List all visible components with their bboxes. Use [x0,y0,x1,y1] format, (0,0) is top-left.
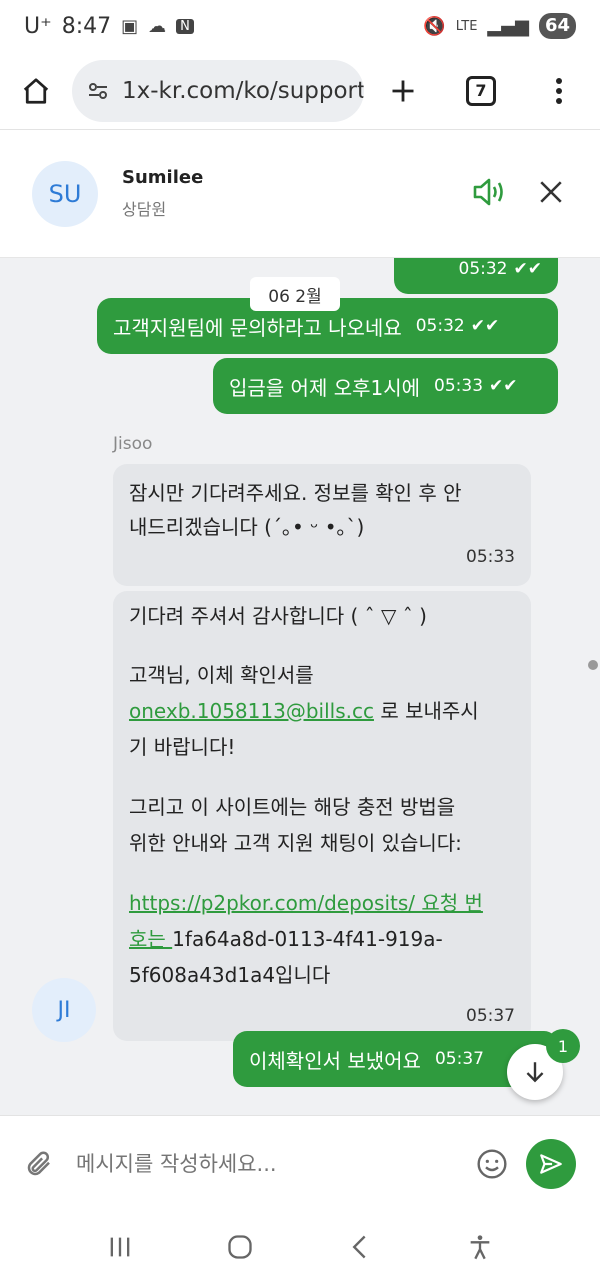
agent-message-avatar: JI [32,978,96,1042]
message-input[interactable] [76,1151,470,1176]
system-nav-bar [0,1211,600,1287]
send-button[interactable] [526,1138,576,1189]
message-paragraph: 기다려 주셔서 감사합니다 ( ˆ ▽ ˆ ) [129,604,427,628]
incoming-message: 잠시만 기다려주세요. 정보를 확인 후 안 내드리겠습니다 (´｡• ᵕ •｡… [113,464,531,586]
recent-apps-button[interactable] [106,1233,134,1265]
send-icon [540,1153,562,1174]
message-time: 05:37 [466,1006,515,1026]
unread-count-badge: 1 [546,1029,580,1063]
accessibility-button[interactable] [466,1233,494,1265]
message-text: 로 보내주시 [373,699,479,723]
address-bar[interactable]: 1x-kr.com/ko/support [72,59,364,122]
close-icon [540,180,562,203]
message-list[interactable]: 05:32 ✔✔ 고객지원팀에 문의하라고 나오네요 05:32 ✔✔ 06 2월 … [0,258,600,1115]
read-checkmarks-icon: ✔✔ [489,376,518,396]
arrow-down-icon [526,1062,544,1083]
tab-count: 7 [466,75,496,106]
carrier-label: U⁺ [24,13,52,39]
message-text-line: onexb.1058113@bills.cc 로 보내주시 [129,693,515,729]
chat-header: SU Sumilee 상담원 [0,130,600,258]
close-chat-button[interactable] [538,179,564,209]
browser-menu-button[interactable] [520,77,598,105]
message-text-line: 잠시만 기다려주세요. 정보를 확인 후 안 [129,481,462,505]
back-button[interactable] [346,1233,374,1265]
message-text: 고객지원팀에 문의하라고 나오네요 [113,315,402,340]
paperclip-icon [27,1150,50,1175]
outgoing-message: 입금을 어제 오후1시에 05:33 ✔✔ [213,358,558,414]
deposit-link-continued[interactable]: 호는 [129,927,172,951]
message-text-line: 5f608a43d1a4입니다 [129,963,331,987]
message-text-line: 기 바랍니다! [129,735,236,759]
message-time: 05:32 [415,316,465,336]
emoji-button[interactable] [470,1148,514,1180]
smiley-icon [477,1148,507,1179]
tab-switcher-button[interactable]: 7 [442,75,520,106]
new-tab-button[interactable] [364,77,442,105]
more-vert-icon [556,77,562,104]
message-text: 입금을 어제 오후1시에 [229,375,421,400]
url-text: 1x-kr.com/ko/support [122,77,364,104]
sender-name: Jisoo [113,434,153,454]
agent-avatar: SU [32,160,98,227]
message-paragraph: 고객님, 이체 확인서를 onexb.1058113@bills.cc 로 보내… [129,657,515,765]
clock: 8:47 [61,13,112,39]
message-time: 05:33 [466,547,515,567]
message-paragraph: 그리고 이 사이트에는 해당 충전 방법을 위한 안내와 고객 지원 채팅이 있… [129,789,515,861]
agent-name: Sumilee [122,167,204,188]
message-text-line: https://p2pkor.com/deposits/ 요청 번 [129,885,515,921]
message-time: 05:32 [458,259,508,279]
message-text-line: 호는 1fa64a8d-0113-4f41-919a- [129,921,515,957]
mute-icon: 🔇 [423,15,446,37]
scrollbar-thumb[interactable] [588,660,598,670]
message-text-line: 그리고 이 사이트에는 해당 충전 방법을 [129,795,456,819]
message-text-line: 내드리겠습니다 (´｡• ᵕ •｡`) [129,515,365,539]
outgoing-message: 05:32 ✔✔ [394,258,558,294]
accessibility-icon [470,1235,490,1260]
home-nav-button[interactable] [226,1233,254,1265]
read-checkmarks-icon: ✔✔ [513,259,543,279]
site-settings-icon[interactable] [86,79,110,103]
deposit-link[interactable]: https://p2pkor.com/deposits/ 요청 번 [129,891,483,915]
message-time: 05:33 [434,376,484,396]
back-icon [352,1235,366,1259]
read-checkmarks-icon: ✔✔ [470,316,500,336]
browser-toolbar: 1x-kr.com/ko/support 7 [0,52,600,130]
cloud-icon: ☁ [148,15,167,37]
home-button[interactable] [0,76,72,106]
signal-icon: ▂▄▆ [487,15,529,37]
message-text: 이체확인서 보냈어요 [249,1048,421,1073]
message-composer [0,1115,600,1211]
battery-level: 64 [538,13,576,39]
home-icon [23,77,49,104]
screenshot-icon: ▣ [121,15,139,37]
message-paragraph: https://p2pkor.com/deposits/ 요청 번 호는 1fa… [129,885,515,993]
home-circle-icon [228,1235,252,1259]
plus-icon [392,80,414,101]
message-text: 1fa64a8d-0113-4f41-919a- [172,927,443,951]
network-type-label: LTE [455,18,478,34]
speaker-icon [473,178,503,205]
message-text-line: 위한 안내와 고객 지원 채팅이 있습니다: [129,831,462,855]
email-link[interactable]: onexb.1058113@bills.cc [129,699,374,723]
incoming-message: 기다려 주셔서 감사합니다 ( ˆ ▽ ˆ ) 고객님, 이체 확인서를 one… [113,591,531,1041]
date-separator: 06 2월 [250,277,340,311]
message-time: 05:37 [434,1049,484,1069]
attach-button[interactable] [24,1149,64,1179]
sound-toggle-button[interactable] [472,176,508,212]
status-bar: U⁺ 8:47 ▣ ☁ N 🔇 LTE ▂▄▆ 64 [0,0,600,52]
message-text-line: 고객님, 이체 확인서를 [129,663,314,687]
notification-n-icon: N [176,18,194,34]
agent-role: 상담원 [122,200,167,219]
recents-icon [110,1237,130,1257]
